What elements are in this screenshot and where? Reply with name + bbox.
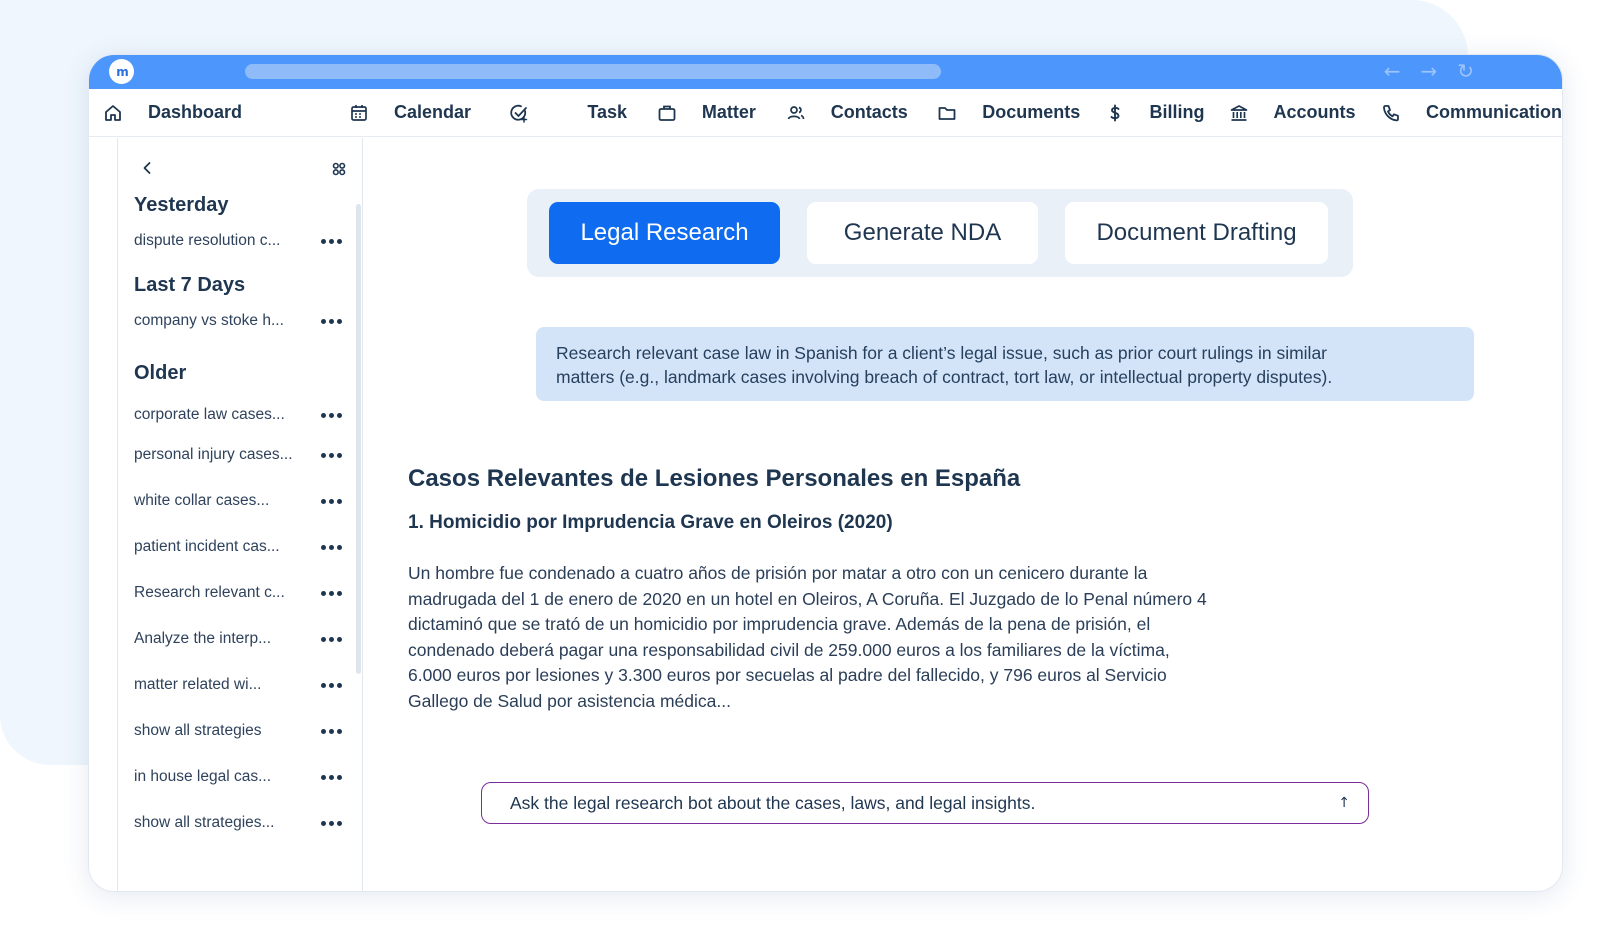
app-window: m ← → ↻ Dashboard Calendar Task Matter C…	[88, 54, 1563, 892]
back-arrow-icon[interactable]: ←	[1384, 59, 1401, 83]
more-options-icon[interactable]	[319, 449, 344, 462]
more-options-icon[interactable]	[319, 315, 344, 328]
nav-item-contacts[interactable]: Contacts	[786, 89, 938, 136]
new-chat-grid-icon[interactable]	[332, 162, 346, 176]
bank-icon	[1229, 103, 1249, 123]
result-body: Un hombre fue condenado a cuatro años de…	[408, 561, 1278, 714]
history-item-label: patient incident cas...	[134, 538, 280, 555]
nav-label: Dashboard	[148, 102, 243, 122]
result-line: 6.000 euros por lesiones y 3.300 euros p…	[408, 665, 1167, 685]
nav-item-communication[interactable]: Communication	[1381, 89, 1562, 136]
history-item[interactable]: white collar cases...	[134, 490, 344, 512]
result-line: dictaminó que se trató de un homicidio p…	[408, 614, 1151, 634]
nav-item-documents[interactable]: Documents	[937, 89, 1104, 136]
history-item[interactable]: patient incident cas...	[134, 536, 344, 558]
prompt-line: matters (e.g., landmark cases involving …	[556, 367, 1333, 387]
nav-label: Contacts	[830, 102, 908, 122]
more-options-icon[interactable]	[319, 495, 344, 508]
chat-input[interactable]: Ask the legal research bot about the cas…	[481, 782, 1369, 824]
result-line: condenado deberá pagar una responsabilid…	[408, 639, 1170, 660]
nav-label: Accounts	[1273, 102, 1356, 122]
history-item-label: Analyze the interp...	[134, 630, 271, 647]
result-title: Casos Relevantes de Lesiones Personales …	[408, 465, 1021, 492]
history-item[interactable]: corporate law cases...	[134, 404, 344, 426]
tab-legal-research[interactable]: Legal Research	[549, 202, 780, 264]
tab-generate-nda[interactable]: Generate NDA	[807, 202, 1038, 264]
group-heading-last-7-days: Last 7 Days	[134, 274, 246, 296]
collapse-sidebar-icon[interactable]	[140, 160, 154, 176]
history-item[interactable]: Research relevant c...	[134, 582, 344, 604]
history-item[interactable]: show all strategies...	[134, 812, 344, 834]
more-options-icon[interactable]	[319, 679, 344, 692]
url-bar[interactable]	[245, 64, 941, 79]
dollar-icon	[1105, 103, 1125, 123]
nav-item-matter[interactable]: Matter	[657, 89, 786, 136]
history-item-label: personal injury cases...	[134, 446, 293, 463]
history-item-label: Research relevant c...	[134, 584, 285, 601]
mode-tabs: Legal Research Generate NDA Document Dra…	[527, 189, 1353, 277]
home-icon	[103, 103, 123, 123]
briefcase-icon	[657, 103, 677, 123]
nav-label: Billing	[1149, 102, 1205, 122]
nav-item-dashboard[interactable]: Dashboard	[103, 89, 349, 136]
more-options-icon[interactable]	[319, 409, 344, 422]
group-heading-older: Older	[134, 362, 187, 384]
title-bar: m ← → ↻	[89, 55, 1562, 89]
result-subtitle: 1. Homicidio por Imprudencia Grave en Ol…	[408, 512, 893, 533]
result-line: madrugada del 1 de enero de 2020 en un h…	[408, 588, 1207, 609]
more-options-icon[interactable]	[319, 541, 344, 554]
history-item-label: show all strategies...	[134, 814, 275, 831]
contacts-icon	[786, 103, 806, 123]
history-item[interactable]: matter related wi...	[134, 674, 344, 696]
history-item[interactable]: Analyze the interp...	[134, 628, 344, 650]
nav-label: Communication	[1426, 102, 1563, 122]
nav-item-billing[interactable]: Billing	[1105, 89, 1229, 136]
history-item[interactable]: personal injury cases...	[134, 444, 344, 466]
send-arrow-icon[interactable]: ↑	[1338, 795, 1350, 811]
history-item-label: corporate law cases...	[134, 406, 285, 423]
more-options-icon[interactable]	[319, 817, 344, 830]
history-item[interactable]: company vs stoke h...	[134, 310, 344, 332]
task-check-icon	[509, 103, 529, 123]
app-logo: m	[109, 59, 134, 84]
top-navigation: Dashboard Calendar Task Matter Contacts	[89, 89, 1562, 137]
more-options-icon[interactable]	[319, 587, 344, 600]
nav-item-task[interactable]: Task	[509, 89, 657, 136]
history-sidebar: Yesterday dispute resolution c... Last 7…	[117, 138, 363, 891]
history-item-label: matter related wi...	[134, 676, 262, 693]
more-options-icon[interactable]	[319, 235, 344, 248]
history-item[interactable]: dispute resolution c...	[134, 230, 344, 252]
sidebar-scrollbar[interactable]	[356, 204, 361, 674]
history-item[interactable]: in house legal cas...	[134, 766, 344, 788]
folder-icon	[937, 103, 957, 123]
history-item-label: white collar cases...	[134, 492, 270, 509]
nav-item-calendar[interactable]: Calendar	[349, 89, 509, 136]
history-item[interactable]: show all strategies	[134, 720, 344, 742]
nav-item-accounts[interactable]: Accounts	[1229, 89, 1382, 136]
group-heading-yesterday: Yesterday	[134, 194, 229, 216]
user-prompt-bubble: Research relevant case law in Spanish fo…	[536, 327, 1474, 401]
more-options-icon[interactable]	[319, 771, 344, 784]
tab-document-drafting[interactable]: Document Drafting	[1065, 202, 1328, 264]
history-item-label: show all strategies	[134, 722, 262, 739]
history-item-label: company vs stoke h...	[134, 312, 284, 329]
result-line: Gallego de Salud por asistencia médica..…	[408, 690, 731, 711]
browser-nav: ← → ↻	[1384, 59, 1474, 83]
history-item-label: in house legal cas...	[134, 768, 272, 785]
nav-label: Calendar	[393, 102, 471, 122]
calendar-icon	[349, 103, 369, 123]
nav-label: Matter	[701, 102, 756, 122]
logo-mark: m	[116, 64, 128, 79]
more-options-icon[interactable]	[319, 633, 344, 646]
phone-icon	[1381, 103, 1401, 123]
nav-label: Documents	[982, 102, 1081, 122]
result-line: Un hombre fue condenado a cuatro años de…	[408, 563, 1148, 583]
nav-label: Task	[587, 102, 628, 122]
chat-input-placeholder: Ask the legal research bot about the cas…	[510, 792, 1036, 813]
prompt-line: Research relevant case law in Spanish fo…	[556, 343, 1327, 363]
reload-icon[interactable]: ↻	[1457, 59, 1474, 83]
forward-arrow-icon[interactable]: →	[1420, 59, 1437, 83]
history-item-label: dispute resolution c...	[134, 232, 281, 249]
more-options-icon[interactable]	[319, 725, 344, 738]
